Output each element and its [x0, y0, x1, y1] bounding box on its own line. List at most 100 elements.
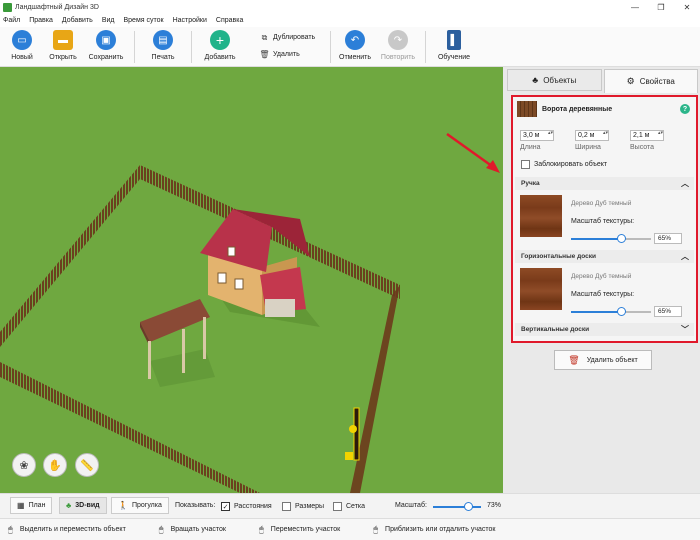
grid-toggle[interactable]: Сетка	[333, 502, 365, 511]
duplicate-icon: ⧉	[261, 32, 268, 42]
height-input[interactable]: 2,1 м	[630, 130, 664, 141]
grid-checkbox[interactable]	[333, 502, 342, 511]
length-label: Длина	[520, 144, 541, 151]
horizontal-scale-slider[interactable]	[571, 307, 651, 316]
sizes-checkbox[interactable]	[282, 502, 291, 511]
status-pan: 🖱 Переместить участок	[258, 524, 341, 534]
open-button[interactable]: ▬ Открыть	[41, 30, 85, 61]
menu-file[interactable]: Файл	[3, 17, 20, 24]
save-button[interactable]: ▣ Сохранить	[84, 30, 128, 61]
status-bar: 🖱 Выделить и переместить объект 🖱 Вращат…	[0, 518, 700, 540]
scene-canvas	[0, 132, 500, 493]
tab-properties[interactable]: ⚙ Свойства	[603, 69, 698, 93]
fence-back-left	[0, 165, 140, 347]
floppy-icon: ▣	[96, 30, 116, 50]
print-button[interactable]: ▤ Печать	[141, 30, 185, 61]
menu-help[interactable]: Справка	[216, 17, 243, 24]
delete-object-button[interactable]: 🗑 Удалить объект	[554, 350, 652, 370]
gate-resize-marker	[345, 452, 353, 460]
plan-mode-button[interactable]: ▦ План	[10, 497, 53, 514]
bottom-bar: ▦ План ♣ 3D-вид 🚶 Прогулка Показывать: ✓…	[0, 493, 700, 518]
walker-icon: 🚶	[118, 501, 128, 510]
learn-button[interactable]: ▌ Обучение	[432, 30, 476, 61]
horizontal-texture-swatch[interactable]	[520, 268, 562, 310]
handle-scale-input[interactable]: 65%	[654, 233, 682, 244]
fence-right	[350, 285, 400, 493]
chevron-up-icon: ︿	[681, 252, 689, 261]
horizontal-scale-label: Масштаб текстуры:	[571, 291, 635, 298]
lock-object-checkbox[interactable]	[521, 160, 530, 169]
right-panel: ♣ Объекты ⚙ Свойства Ворота деревянные ?…	[503, 67, 700, 493]
3d-viewport[interactable]: ❀ ✋ 📏	[0, 67, 503, 493]
menu-add[interactable]: Добавить	[62, 17, 93, 24]
gear-icon: ⚙	[626, 76, 635, 86]
walk-mode-button[interactable]: 🚶 Прогулка	[111, 497, 169, 514]
status-zoom: 🖱 Приблизить или отдалить участок	[373, 524, 496, 534]
lock-object-row[interactable]: Заблокировать объект	[521, 160, 607, 169]
section-vertical-boards[interactable]: Вертикальные доски ﹀	[515, 323, 694, 336]
duplicate-button[interactable]: ⧉ Дублировать	[260, 32, 316, 42]
menu-bar: Файл Правка Добавить Вид Время суток Нас…	[0, 14, 700, 27]
tree-icon: ♣	[66, 501, 72, 510]
handle-texture-swatch[interactable]	[520, 195, 562, 237]
toolbar-separator	[425, 31, 426, 63]
toolbar: ▭ Новый ▬ Открыть ▣ Сохранить ▤ Печать +…	[0, 27, 700, 67]
zoom-value: 73%	[487, 502, 502, 509]
object-name: Ворота деревянные	[542, 105, 613, 113]
hand-tool-icon[interactable]: ✋	[43, 453, 67, 477]
toolbar-separator	[330, 31, 331, 63]
width-label: Ширина	[575, 144, 601, 151]
minimize-icon[interactable]: —	[622, 0, 648, 14]
handle-scale-slider[interactable]	[571, 234, 651, 243]
close-icon[interactable]: ✕	[674, 0, 700, 14]
plus-icon: +	[210, 30, 230, 50]
redo-button[interactable]: ↷ Повторить	[376, 30, 420, 61]
distances-checkbox[interactable]: ✓	[221, 502, 230, 511]
section-handle[interactable]: Ручка ︿	[515, 177, 694, 190]
app-icon	[3, 2, 12, 12]
help-icon[interactable]: ?	[680, 104, 690, 114]
menu-settings[interactable]: Настройки	[173, 17, 207, 24]
sizes-toggle[interactable]: Размеры	[282, 502, 324, 511]
mouse-wheel-icon: 🖱	[373, 524, 379, 534]
title-bar: Ландшафтный Дизайн 3D — ❐ ✕	[0, 0, 700, 14]
tab-objects[interactable]: ♣ Объекты	[507, 69, 602, 91]
menu-time-of-day[interactable]: Время суток	[123, 17, 163, 24]
section-horizontal-boards[interactable]: Горизонтальные доски ︿	[515, 250, 694, 263]
undo-icon: ↶	[345, 30, 365, 50]
width-field: 0,2 м Ширина	[575, 130, 609, 151]
new-file-icon: ▭	[12, 30, 32, 50]
delete-button[interactable]: 🗑 Удалить	[259, 50, 299, 59]
slider-knob[interactable]	[617, 307, 626, 316]
chevron-up-icon: ︿	[681, 179, 689, 188]
pergola-roof	[140, 299, 210, 342]
gate-handle-marker	[349, 425, 357, 433]
status-rotate: 🖱 Вращать участок	[158, 524, 226, 534]
zoom-slider[interactable]	[433, 502, 481, 511]
add-button[interactable]: + Добавить	[198, 30, 242, 61]
objects-icon: ♣	[532, 75, 539, 85]
maximize-icon[interactable]: ❐	[648, 0, 674, 14]
horizontal-scale-input[interactable]: 65%	[654, 306, 682, 317]
width-input[interactable]: 0,2 м	[575, 130, 609, 141]
objects-tool-icon[interactable]: ❀	[12, 453, 36, 477]
distances-toggle[interactable]: ✓ Расстояния	[221, 502, 272, 511]
handle-texture-name: Дерево Дуб темный	[571, 200, 632, 207]
menu-edit[interactable]: Правка	[29, 17, 53, 24]
new-button[interactable]: ▭ Новый	[0, 30, 44, 61]
slider-knob[interactable]	[617, 234, 626, 243]
folder-icon: ▬	[53, 30, 73, 50]
3d-mode-button[interactable]: ♣ 3D-вид	[59, 497, 107, 514]
zoom-slider-knob[interactable]	[464, 502, 473, 511]
mouse-middle-icon: 🖱	[258, 524, 264, 534]
length-input[interactable]: 3,0 м	[520, 130, 554, 141]
undo-button[interactable]: ↶ Отменить	[333, 30, 377, 61]
panel-tabs: ♣ Объекты ⚙ Свойства	[507, 69, 700, 93]
ruler-tool-icon[interactable]: 📏	[75, 453, 99, 477]
menu-view[interactable]: Вид	[102, 17, 115, 24]
show-label: Показывать:	[175, 502, 216, 509]
length-field: 3,0 м Длина	[520, 130, 554, 151]
mouse-right-icon: 🖱	[158, 524, 164, 534]
trash-icon: 🗑	[259, 50, 270, 59]
horizontal-texture-name: Дерево Дуб темный	[571, 273, 632, 280]
